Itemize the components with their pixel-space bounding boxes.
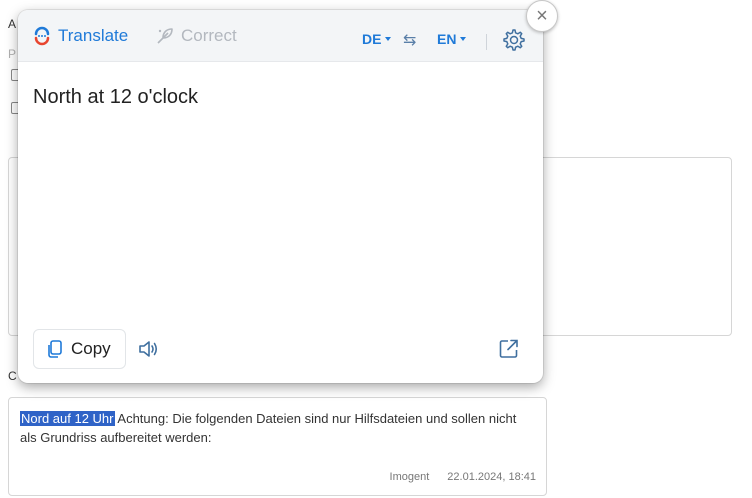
background-label-a: A — [8, 17, 17, 31]
target-language-select[interactable]: EN — [437, 31, 467, 47]
gear-icon — [503, 29, 525, 51]
external-link-icon — [499, 339, 518, 358]
swap-icon[interactable]: ⇆ — [403, 30, 416, 50]
speaker-icon — [139, 341, 158, 357]
translator-popup: Translate Correct DE ⇆ EN × North at 12 … — [18, 0, 558, 383]
correct-feather-icon — [157, 28, 173, 44]
open-external-button[interactable] — [498, 338, 520, 365]
tab-correct[interactable]: Correct — [155, 26, 237, 46]
comment-text: Nord auf 12 Uhr Achtung: Die folgenden D… — [20, 409, 535, 447]
settings-button[interactable] — [502, 28, 526, 57]
chevron-down-icon — [385, 37, 392, 41]
comment-timestamp: 22.01.2024, 18:41 — [447, 471, 536, 483]
background-label-p: P — [8, 47, 17, 61]
chevron-down-icon — [460, 37, 467, 41]
toolbar-divider — [486, 34, 487, 50]
close-button[interactable]: × — [526, 0, 558, 32]
comment-meta: Imogent 22.01.2024, 18:41 — [390, 471, 536, 483]
translation-result: North at 12 o'clock — [33, 86, 199, 108]
copy-button[interactable]: Copy — [33, 329, 126, 369]
comment-highlight[interactable]: Nord auf 12 Uhr — [20, 411, 115, 426]
comment-card: Nord auf 12 Uhr Achtung: Die folgenden D… — [8, 397, 547, 496]
copy-icon — [48, 340, 62, 358]
tab-correct-label: Correct — [181, 26, 237, 45]
source-language-select[interactable]: DE — [362, 31, 392, 47]
copy-label: Copy — [71, 339, 111, 358]
popup-toolbar: Translate Correct DE ⇆ EN — [18, 10, 543, 62]
comment-author: Imogent — [389, 471, 430, 483]
tab-translate[interactable]: Translate — [32, 26, 128, 46]
translate-logo-icon — [34, 26, 50, 46]
background-label-c: C — [8, 369, 17, 383]
close-icon: × — [536, 4, 548, 27]
tab-translate-label: Translate — [58, 26, 129, 45]
target-language-label: EN — [437, 31, 457, 47]
listen-button[interactable] — [137, 338, 159, 365]
source-language-label: DE — [362, 31, 382, 47]
